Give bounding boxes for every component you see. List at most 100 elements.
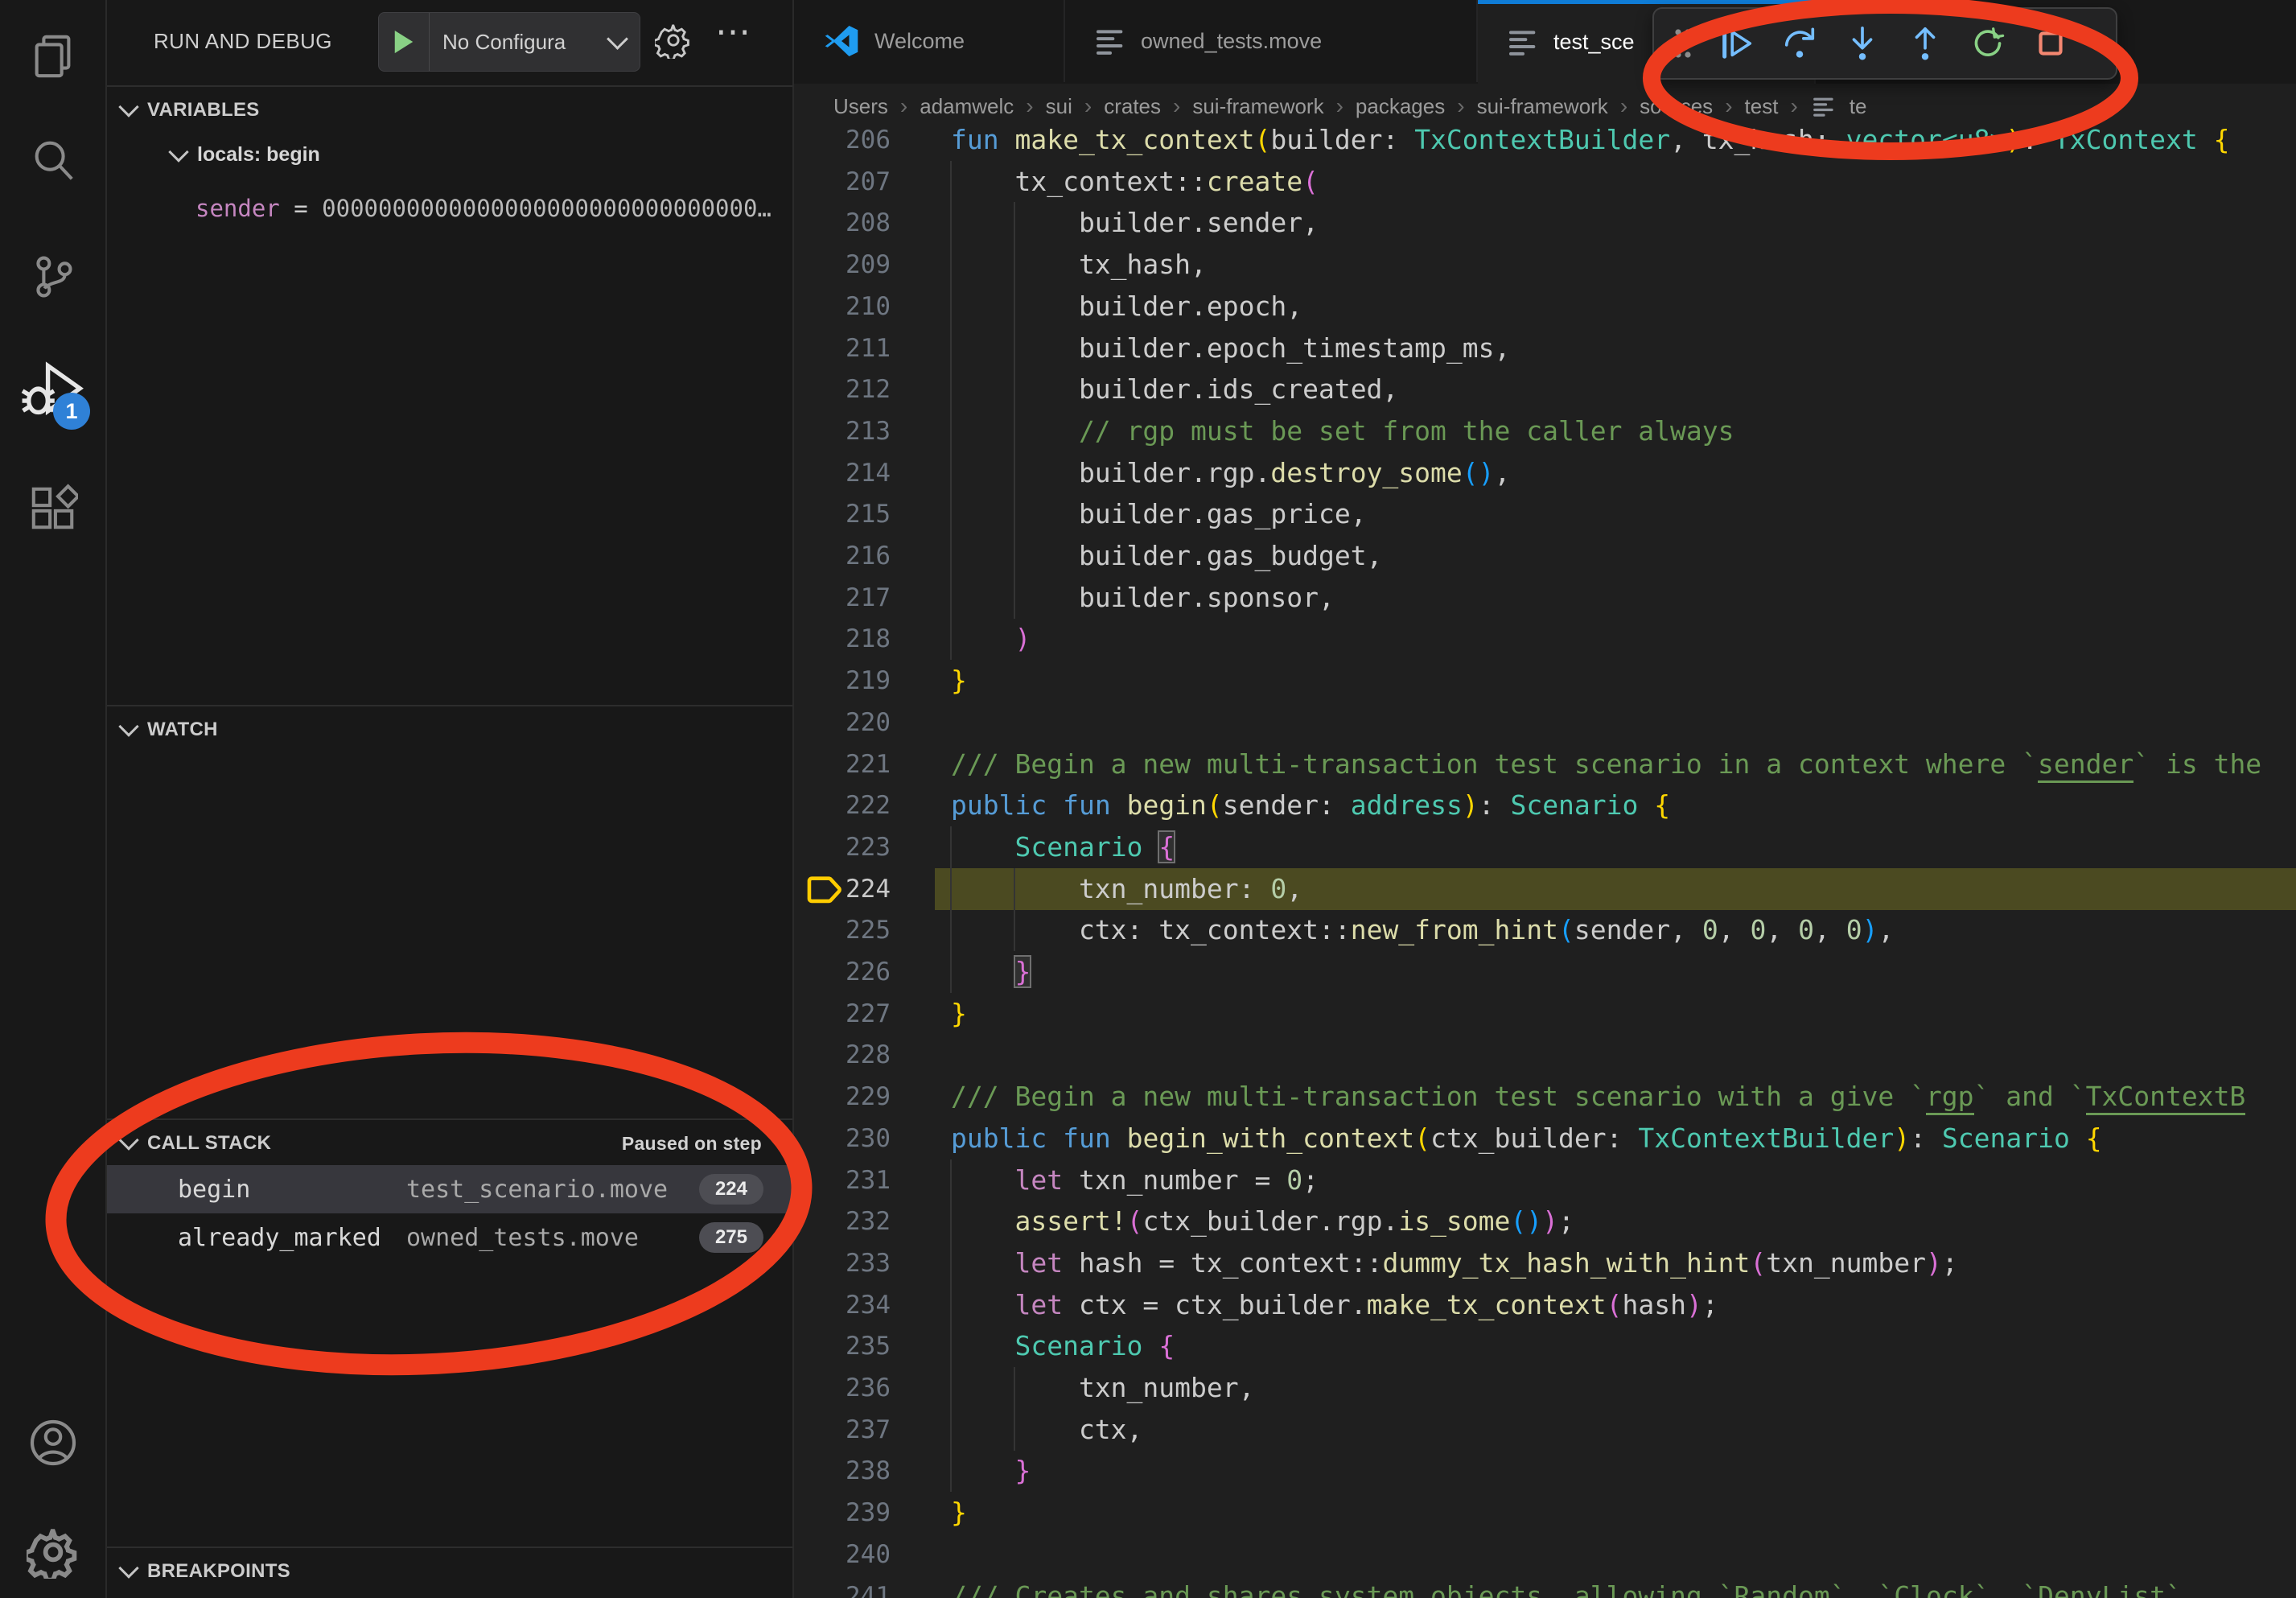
debug-restart-button[interactable] [1957, 14, 2019, 73]
chevron-down-icon [118, 97, 138, 117]
line-number[interactable]: 210 [794, 286, 891, 327]
line-number[interactable]: 236 [794, 1367, 891, 1409]
breadcrumb-separator: › [1790, 93, 1797, 119]
outline-icon [1507, 26, 1539, 58]
code-text: } [951, 660, 967, 702]
breadcrumb-item[interactable]: sources [1640, 94, 1713, 119]
code-text: /// Begin a new multi-transaction test s… [951, 1076, 2245, 1118]
breadcrumb-separator: › [1620, 93, 1627, 119]
line-number[interactable]: 241 [794, 1575, 891, 1598]
code-line: 211 builder.epoch_timestamp_ms, [794, 327, 2296, 369]
breadcrumb-item[interactable]: sui-framework [1477, 94, 1608, 119]
line-number[interactable]: 212 [794, 369, 891, 410]
code-line: 231 let txn_number = 0; [794, 1159, 2296, 1201]
call-stack-frame[interactable]: begintest_scenario.move224 [107, 1165, 792, 1213]
line-number[interactable]: 222 [794, 785, 891, 826]
outline-icon [1812, 94, 1836, 118]
line-number[interactable]: 207 [794, 161, 891, 203]
files-icon[interactable] [0, 18, 105, 95]
debug-stop-button[interactable] [2019, 14, 2082, 73]
breadcrumb-item[interactable]: test [1745, 94, 1779, 119]
line-number[interactable]: 225 [794, 909, 891, 951]
call-stack-frame[interactable]: already_markedowned_tests.move275 [107, 1213, 792, 1262]
line-number[interactable]: 230 [794, 1118, 891, 1159]
debug-step-into-button[interactable] [1831, 14, 1894, 73]
breadcrumb-item[interactable]: crates [1104, 94, 1161, 119]
line-number[interactable]: 234 [794, 1284, 891, 1326]
debug-step-over-button[interactable] [1768, 14, 1831, 73]
code-line: 238 } [794, 1450, 2296, 1492]
line-number[interactable]: 231 [794, 1159, 891, 1201]
line-number[interactable]: 217 [794, 577, 891, 619]
chevron-down-icon [118, 716, 138, 736]
line-number[interactable]: 214 [794, 452, 891, 494]
tab-owned-tests-move[interactable]: owned_tests.move [1065, 0, 1478, 82]
code-line: 222 public fun begin(sender: address): Sc… [794, 785, 2296, 826]
section-variables[interactable]: VARIABLES [107, 85, 792, 134]
line-number[interactable]: 228 [794, 1034, 891, 1076]
search-icon[interactable] [0, 122, 105, 200]
section-watch[interactable]: WATCH [107, 705, 792, 753]
settings-gear-icon[interactable] [0, 1514, 105, 1591]
section-call-stack[interactable]: CALL STACK Paused on step [107, 1118, 792, 1167]
code-text: ctx, [951, 1409, 1142, 1451]
line-number[interactable]: 223 [794, 826, 891, 868]
line-number[interactable]: 213 [794, 410, 891, 452]
variable-row-sender[interactable]: sender = 0000000000000000000000000000000… [195, 195, 791, 222]
drag-handle-icon[interactable] [1660, 14, 1706, 73]
line-number[interactable]: 239 [794, 1492, 891, 1534]
start-debugging-icon[interactable] [379, 13, 430, 71]
breadcrumb-item[interactable]: Users [833, 94, 888, 119]
line-number[interactable]: 216 [794, 535, 891, 577]
line-number[interactable]: 208 [794, 202, 891, 244]
line-number[interactable]: 237 [794, 1409, 891, 1451]
source-control-icon[interactable] [0, 238, 105, 315]
code-text: builder.gas_price, [951, 493, 1367, 535]
launch-configuration-dropdown[interactable]: No Configura [378, 12, 640, 72]
frame-file: test_scenario.move [406, 1176, 668, 1204]
code-text: builder.ids_created, [951, 369, 1398, 410]
breadcrumb-item[interactable]: te [1850, 94, 1867, 119]
line-number[interactable]: 226 [794, 951, 891, 993]
line-number[interactable]: 238 [794, 1450, 891, 1492]
code-line: 236 txn_number, [794, 1367, 2296, 1409]
line-number[interactable]: 240 [794, 1534, 891, 1575]
run-and-debug-icon[interactable]: 1 [0, 351, 105, 428]
more-actions-icon[interactable]: ⋯ [715, 11, 752, 52]
code-text: builder.epoch_timestamp_ms, [951, 327, 1510, 369]
line-number[interactable]: 235 [794, 1325, 891, 1367]
breadcrumb-item[interactable]: packages [1356, 94, 1445, 119]
code-editor[interactable]: 206fun make_tx_context(builder: TxContex… [794, 0, 2296, 1598]
code-text: public fun begin(sender: address): Scena… [951, 785, 1670, 826]
chevron-down-icon [168, 142, 188, 162]
line-number[interactable]: 232 [794, 1201, 891, 1242]
code-line: 226 } [794, 951, 2296, 993]
debug-continue-button[interactable] [1706, 14, 1768, 73]
breadcrumb-item[interactable]: sui [1046, 94, 1072, 119]
code-line: 207 tx_context::create( [794, 161, 2296, 203]
section-breakpoints[interactable]: BREAKPOINTS [107, 1547, 792, 1595]
line-number[interactable]: 229 [794, 1076, 891, 1118]
account-icon[interactable] [0, 1404, 105, 1481]
line-number[interactable]: 233 [794, 1242, 891, 1284]
code-text: ) [951, 618, 1031, 660]
line-number[interactable]: 220 [794, 702, 891, 743]
line-number[interactable]: 227 [794, 993, 891, 1035]
breadcrumb-separator: › [1336, 93, 1343, 119]
debug-step-out-button[interactable] [1894, 14, 1957, 73]
line-number[interactable]: 215 [794, 493, 891, 535]
code-text: let ctx = ctx_builder.make_tx_context(ha… [951, 1284, 1718, 1326]
chevron-down-icon [118, 1558, 138, 1578]
line-number[interactable]: 209 [794, 244, 891, 286]
line-number[interactable]: 221 [794, 743, 891, 785]
line-number[interactable]: 218 [794, 618, 891, 660]
variables-scope[interactable]: locals: begin [171, 143, 320, 167]
line-number[interactable]: 211 [794, 327, 891, 369]
line-number[interactable]: 219 [794, 660, 891, 702]
breadcrumb-item[interactable]: adamwelc [920, 94, 1014, 119]
code-line: 234 let ctx = ctx_builder.make_tx_contex… [794, 1284, 2296, 1326]
tab-welcome[interactable]: Welcome [794, 0, 1065, 82]
extensions-icon[interactable] [0, 470, 105, 547]
breadcrumb-item[interactable]: sui-framework [1192, 94, 1323, 119]
debug-settings-gear-icon[interactable] [651, 18, 696, 63]
